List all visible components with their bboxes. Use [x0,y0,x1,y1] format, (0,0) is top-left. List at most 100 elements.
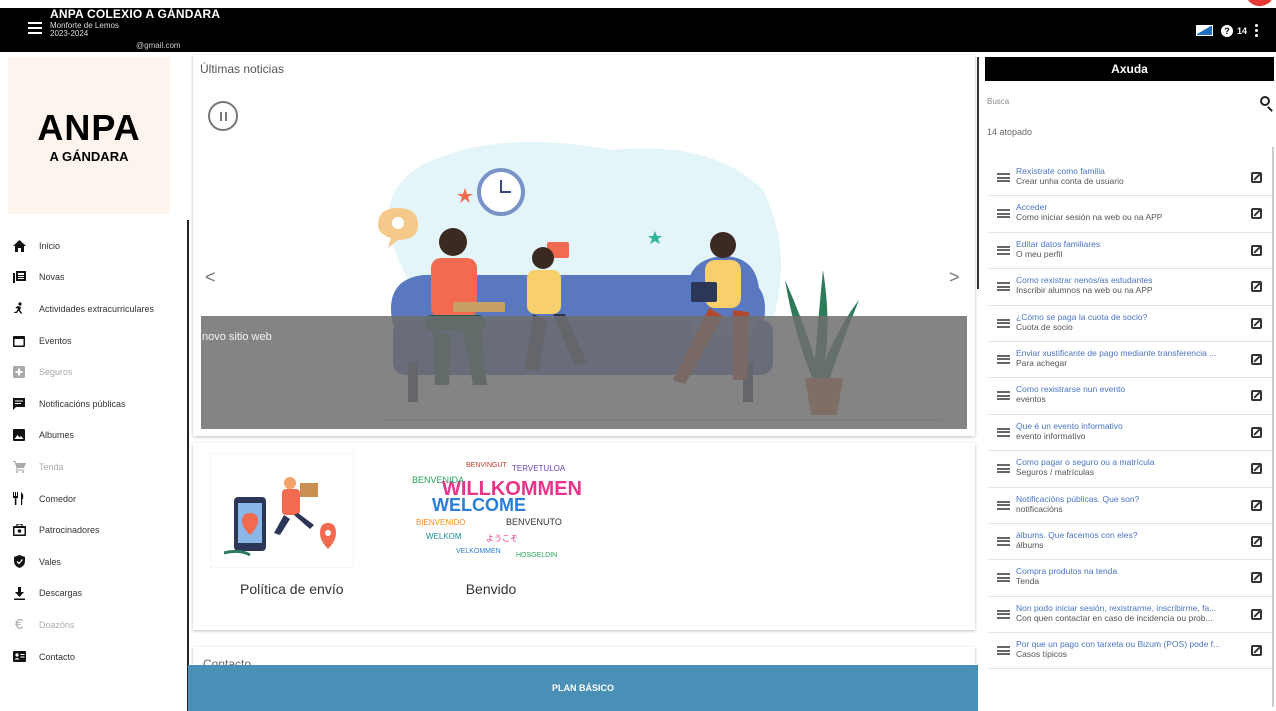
plan-basico-banner[interactable]: PLAN BÁSICO [188,665,978,711]
open-external-icon[interactable] [1251,172,1262,183]
sidebar-item-actividades[interactable]: Actividades extracurriculares [8,293,188,325]
open-external-icon[interactable] [1251,499,1262,511]
help-item[interactable]: Enviar xustificante de pago mediante tra… [989,342,1272,379]
open-external-icon[interactable] [1251,390,1262,402]
open-external-icon[interactable] [1251,353,1262,365]
logo-main-text: ANPA [37,107,141,148]
help-item-title[interactable]: Editar datos familiares [1016,239,1241,249]
list-icon [997,609,1010,619]
sidebar-item-patrocinadores[interactable]: Patrocinadores [8,514,188,546]
open-external-icon[interactable] [1251,426,1262,438]
news-carousel-card: Últimas noticias novo sitio web < > [193,55,975,436]
welcome-thumbnail[interactable]: WILLKOMMEN WELCOME BENVENIDA TERVETULOA … [396,453,591,568]
carousel-next-arrow[interactable]: > [949,267,960,288]
open-external-icon[interactable] [1251,317,1262,329]
sidebar-item-descargas[interactable]: Descargas [8,578,188,610]
help-item-subtitle: Seguros / matrículas [1016,467,1094,478]
help-item-title[interactable]: ¿Cómo se paga la cuota de socio? [1016,312,1241,322]
sidebar-item-label: Vales [39,556,61,567]
svg-text:WELKOM: WELKOM [426,532,462,541]
sidebar-item-doazons[interactable]: € Doazóns [8,609,188,641]
home-icon [12,239,26,253]
help-item-title[interactable]: Que é un evento informativo [1016,421,1241,431]
help-search-input[interactable]: Busca [987,97,1009,106]
list-icon [997,500,1010,510]
help-item[interactable]: Non podo iniciar sesión, rexistrarme, in… [989,597,1272,634]
help-item-title[interactable]: Notificacións públicas. Que son? [1016,494,1241,504]
help-item[interactable]: Acceder Como iniciar sesión na web ou na … [989,196,1272,233]
sidebar-item-albumes[interactable]: Albumes [8,420,188,452]
help-item[interactable]: Como rexistrar nenos/as estudantes Inscri… [989,269,1272,306]
help-item-title[interactable]: Como rexistrar nenos/as estudantes [1016,275,1241,285]
help-item-title[interactable]: Como pagar o seguro ou a matrícula [1016,457,1241,467]
open-external-icon[interactable] [1251,645,1262,657]
sidebar-item-label: Albumes [39,430,75,441]
help-item[interactable]: Notificacións públicas. Que son? notifica… [989,488,1272,524]
help-item-subtitle: Como iniciar sesión na web ou na APP [1016,212,1163,223]
sidebar-item-eventos[interactable]: Eventos [8,325,188,357]
list-icon [997,173,1010,182]
help-icon[interactable]: ? [1220,24,1233,37]
sidebar-item-notificacions[interactable]: Notificacións públicas [8,388,188,420]
sidebar-item-label: Descargas [39,588,83,599]
menu-icon[interactable] [28,22,42,34]
open-external-icon[interactable] [1251,208,1262,220]
shipping-policy-thumbnail[interactable] [210,453,354,568]
sidebar-item-novas[interactable]: Novas [8,262,188,294]
open-external-icon[interactable] [1251,244,1262,256]
content-scrollbar[interactable] [977,57,979,289]
utensils-icon [12,492,26,506]
sidebar-item-label: Comedor [39,493,77,504]
help-item[interactable]: Por que un pago con tarxeta ou Bizum (PO… [989,633,1272,670]
help-item-title[interactable]: Compra produtos na tenda [1016,566,1241,576]
help-item-title[interactable]: Rexístrate como familia [1016,166,1241,176]
help-item-title[interactable]: Enviar xustificante de pago mediante tra… [1016,348,1241,358]
shield-icon [12,555,26,569]
contact-card-icon [12,650,26,664]
welcome-label[interactable]: Benvido [446,581,536,597]
help-item-subtitle: Inscribir alumnos na web ou na APP [1016,285,1153,296]
help-item[interactable]: Que é un evento informativo evento inform… [989,415,1272,452]
help-item[interactable]: Como pagar o seguro ou a matrícula Seguro… [989,451,1272,488]
help-item-title[interactable]: Por que un pago con tarxeta ou Bizum (PO… [1016,639,1241,649]
sidebar-item-inicio[interactable]: Inicio [8,230,188,262]
list-icon [997,318,1010,328]
search-icon[interactable] [1260,96,1270,106]
help-item[interactable]: Rexístrate como familia Crear unha conta … [989,160,1272,197]
pause-icon[interactable] [208,101,238,131]
sidebar-item-label: Notificacións públicas [39,398,126,409]
more-options-icon[interactable] [1255,24,1258,37]
language-flag-icon[interactable] [1195,25,1213,36]
help-item-title[interactable]: Como rexistrarse nun evento [1016,384,1241,394]
shipping-policy-label[interactable]: Política de envío [210,581,382,597]
open-external-icon[interactable] [1251,608,1262,620]
help-item-subtitle: eventos [1016,394,1046,405]
help-item-title[interactable]: álbums. Que facemos con eles? [1016,530,1241,540]
svg-text:ようこそ: ようこそ [486,534,518,543]
euro-icon: € [14,616,24,634]
carousel-prev-arrow[interactable]: < [205,267,216,288]
help-item[interactable]: Como rexistrarse nun evento eventos [989,378,1272,415]
sidebar-item-tenda[interactable]: Tenda [8,451,188,483]
help-item[interactable]: Editar datos familiares O meu perfil [989,233,1272,270]
cart-icon [12,460,26,474]
help-item[interactable]: álbums. Que facemos con eles? álbums [989,524,1272,561]
sidebar-item-label: Tenda [39,461,64,472]
sidebar-item-comedor[interactable]: Comedor [8,483,188,515]
svg-text:VELKOMMEN: VELKOMMEN [456,548,501,555]
sidebar-item-contacto[interactable]: Contacto [8,641,188,673]
sidebar-item-vales[interactable]: Vales [8,546,188,578]
help-item-subtitle: Con quen contactar en caso de incidencia… [1016,612,1213,623]
open-external-icon[interactable] [1251,281,1262,293]
open-external-icon[interactable] [1251,463,1262,475]
help-item-title[interactable]: Acceder [1016,202,1241,212]
help-item[interactable]: Compra produtos na tenda Tenda [989,560,1272,597]
svg-text:BENVENUTO: BENVENUTO [506,517,562,527]
help-item[interactable]: ¿Cómo se paga la cuota de socio? Cuota de… [989,306,1272,342]
open-external-icon[interactable] [1251,572,1262,584]
help-scrollbar[interactable] [1272,147,1274,707]
sidebar-item-seguros[interactable]: Seguros [8,356,188,388]
svg-text:TERVETULOA: TERVETULOA [512,464,566,473]
open-external-icon[interactable] [1251,535,1262,547]
help-item-title[interactable]: Non podo iniciar sesión, rexistrarme, in… [1016,603,1241,613]
